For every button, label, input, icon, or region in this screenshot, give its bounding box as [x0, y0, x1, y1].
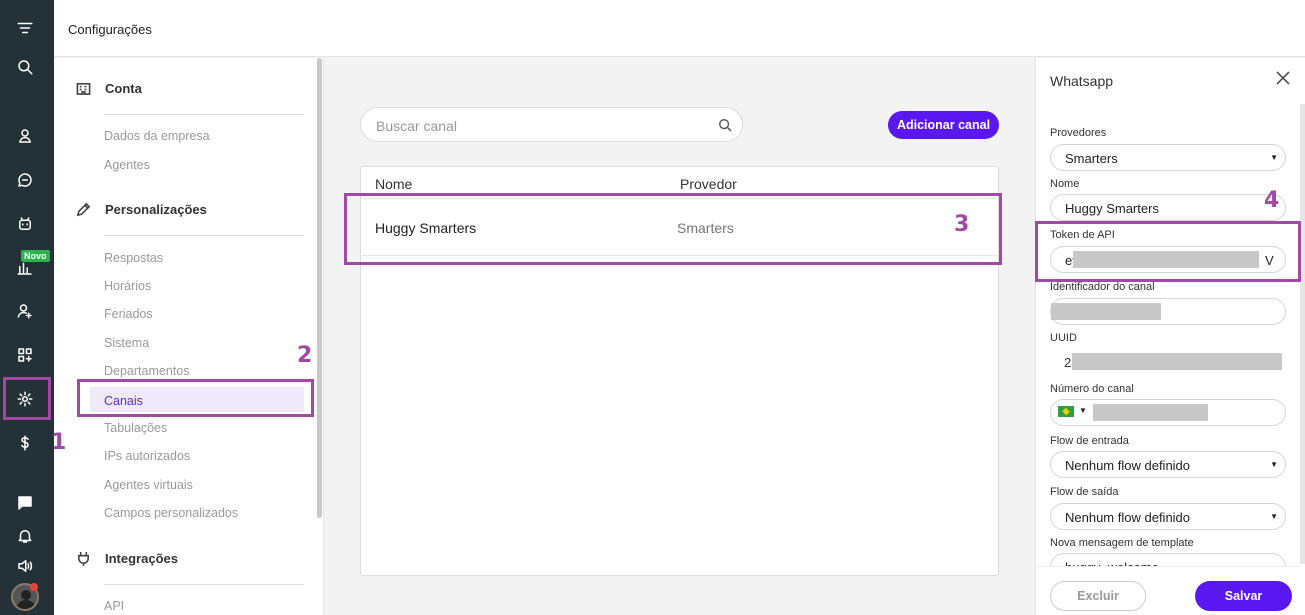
- bell-icon[interactable]: [13, 524, 37, 548]
- search-icon[interactable]: [718, 118, 732, 132]
- menu-icon[interactable]: [13, 16, 37, 40]
- close-icon[interactable]: [1276, 71, 1292, 87]
- select-value: Smarters: [1065, 151, 1118, 166]
- field-label: Nova mensagem de template: [1050, 537, 1194, 549]
- menu-scrollbar[interactable]: [317, 58, 322, 518]
- field-label: Identificador do canal: [1050, 281, 1155, 293]
- annotation-number-3: 3: [954, 212, 970, 237]
- brazil-flag-icon[interactable]: [1058, 406, 1074, 417]
- menu-item-campos-personalizados[interactable]: Campos personalizados: [104, 506, 238, 520]
- menu-item-respostas[interactable]: Respostas: [104, 251, 163, 265]
- panel-scrollbar[interactable]: [1300, 104, 1305, 564]
- bot-icon[interactable]: [13, 212, 37, 236]
- left-navigation-rail: Novo: [0, 0, 54, 615]
- sound-icon[interactable]: [13, 554, 37, 578]
- field-label: Número do canal: [1050, 383, 1134, 395]
- numero-input[interactable]: ▼: [1050, 399, 1286, 426]
- apps-icon[interactable]: [13, 343, 37, 367]
- contacts-icon[interactable]: [13, 124, 37, 148]
- annotation-box-2: [77, 379, 314, 417]
- menu-item-agentes[interactable]: Agentes: [104, 158, 150, 172]
- redacted-uuid: [1072, 353, 1282, 370]
- menu-section-personalizacoes[interactable]: Personalizações: [76, 202, 207, 217]
- menu-item-dados-da-empresa[interactable]: Dados da empresa: [104, 129, 210, 143]
- channels-main: Buscar canal Adicionar canal Nome Proved…: [325, 58, 1034, 615]
- chat-icon[interactable]: [13, 168, 37, 192]
- search-placeholder: Buscar canal: [376, 118, 457, 134]
- pencil-icon: [76, 202, 91, 217]
- dropdown-arrow-icon: ▼: [1270, 153, 1278, 162]
- redacted-number: [1093, 404, 1208, 421]
- divider: [104, 235, 304, 236]
- field-label: UUID: [1050, 332, 1077, 344]
- menu-section-conta[interactable]: Conta: [76, 81, 142, 96]
- search-channel-input[interactable]: Buscar canal: [360, 107, 743, 142]
- field-label: Nome: [1050, 178, 1080, 190]
- dropdown-arrow-icon: ▼: [1079, 406, 1087, 415]
- billing-icon[interactable]: [13, 431, 37, 455]
- delete-button[interactable]: Excluir: [1050, 581, 1146, 611]
- identificador-input[interactable]: [1050, 298, 1286, 325]
- field-label: Flow de saída: [1050, 486, 1119, 498]
- annotation-box-3: [344, 193, 1002, 265]
- menu-section-label: Integrações: [105, 551, 178, 566]
- reports-icon[interactable]: [13, 256, 37, 280]
- menu-item-agentes-virtuais[interactable]: Agentes virtuais: [104, 478, 193, 492]
- settings-menu: Conta Dados da empresa Agentes Personali…: [54, 58, 324, 615]
- building-icon: [76, 83, 91, 95]
- page-title: Configurações: [68, 22, 152, 37]
- save-button[interactable]: Salvar: [1195, 581, 1292, 611]
- annotation-number-4: 4: [1264, 188, 1280, 213]
- column-header-nome: Nome: [375, 176, 413, 192]
- dropdown-arrow-icon: ▼: [1270, 512, 1278, 521]
- field-label: Flow de entrada: [1050, 435, 1129, 447]
- annotation-box-1: [3, 377, 51, 420]
- menu-item-ips-autorizados[interactable]: IPs autorizados: [104, 449, 190, 463]
- dropdown-arrow-icon: ▼: [1270, 460, 1278, 469]
- select-value: Nenhum flow definido: [1065, 510, 1191, 525]
- uuid-prefix: 2: [1064, 355, 1072, 370]
- menu-item-api[interactable]: API: [104, 599, 124, 613]
- menu-item-departamentos[interactable]: Departamentos: [104, 364, 189, 378]
- select-value: Nenhum flow definido: [1065, 458, 1191, 473]
- column-header-provedor: Provedor: [680, 176, 737, 192]
- menu-item-feriados[interactable]: Feriados: [104, 307, 153, 321]
- top-bar: Configurações: [54, 0, 1305, 57]
- annotation-number-1: 1: [51, 430, 67, 455]
- flow-saida-select[interactable]: Nenhum flow definido ▼: [1050, 503, 1286, 530]
- provedores-select[interactable]: Smarters ▼: [1050, 144, 1286, 171]
- redacted-id: [1051, 303, 1161, 320]
- field-label: Provedores: [1050, 127, 1107, 139]
- menu-section-integracoes[interactable]: Integrações: [76, 551, 178, 566]
- plug-icon: [78, 551, 89, 566]
- notification-dot: [30, 583, 38, 591]
- panel-title: Whatsapp: [1050, 73, 1114, 89]
- menu-item-sistema[interactable]: Sistema: [104, 336, 149, 350]
- menu-section-label: Personalizações: [105, 202, 207, 217]
- annotation-number-2: 2: [297, 343, 313, 368]
- add-channel-button[interactable]: Adicionar canal: [888, 111, 999, 139]
- whatsapp-panel: Whatsapp Provedores Smarters ▼ Nome Hugg…: [1035, 58, 1305, 615]
- agents-icon[interactable]: [13, 299, 37, 323]
- input-value: Huggy Smarters: [1065, 201, 1159, 216]
- divider: [104, 114, 304, 115]
- nome-input[interactable]: Huggy Smarters: [1050, 194, 1286, 221]
- menu-item-horarios[interactable]: Horários: [104, 279, 151, 293]
- search-icon[interactable]: [13, 55, 37, 79]
- uuid-value: 2: [1050, 349, 1286, 376]
- menu-section-label: Conta: [105, 81, 142, 96]
- flow-entrada-select[interactable]: Nenhum flow definido ▼: [1050, 451, 1286, 478]
- divider: [104, 584, 304, 585]
- messages-icon[interactable]: [13, 491, 37, 515]
- menu-item-tabulacoes[interactable]: Tabulações: [104, 421, 167, 435]
- annotation-box-4: [1035, 221, 1301, 282]
